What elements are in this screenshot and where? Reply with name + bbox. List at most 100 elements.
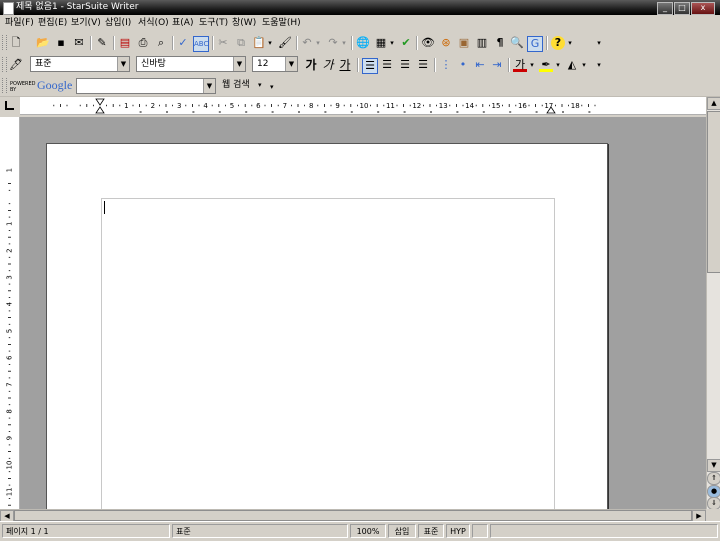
font-name-select[interactable]: 신바탕 ▼ bbox=[136, 56, 246, 72]
scroll-down-button[interactable]: ▼ bbox=[707, 459, 720, 472]
chevron-down-icon[interactable]: ▼ bbox=[285, 57, 297, 71]
align-center-icon[interactable]: ☰ bbox=[380, 58, 394, 72]
minimize-button[interactable]: _ bbox=[657, 2, 673, 15]
close-button[interactable]: x bbox=[691, 2, 715, 15]
format-paintbrush-icon[interactable]: 🖌 bbox=[278, 36, 292, 50]
toolbar-grip[interactable] bbox=[2, 57, 7, 72]
status-info-field bbox=[490, 524, 718, 538]
paste-icon[interactable]: 📋 bbox=[252, 36, 266, 50]
horizontal-scroll-thumb[interactable] bbox=[14, 510, 692, 521]
vertical-ruler[interactable]: 1 1 2 3 4 5 6 7 8 9 10 11 bbox=[0, 117, 20, 509]
menu-window[interactable]: 창(W) bbox=[232, 17, 256, 30]
selection-mode-indicator[interactable]: 표준 bbox=[418, 524, 444, 538]
increase-indent-icon[interactable]: ⇥ bbox=[490, 58, 504, 72]
justify-icon[interactable]: ☰ bbox=[416, 58, 430, 72]
menu-format[interactable]: 서식(O) bbox=[138, 17, 169, 30]
menu-edit[interactable]: 편집(E) bbox=[38, 17, 67, 30]
page-indicator[interactable]: 페이지 1 / 1 bbox=[2, 524, 170, 538]
vertical-scrollbar[interactable]: ▲ ▼ ⇑ ● ⇓ bbox=[706, 97, 720, 510]
open-icon[interactable]: 📂 bbox=[36, 36, 50, 50]
previous-page-button[interactable]: ⇑ bbox=[707, 472, 720, 485]
edit-file-icon[interactable]: ✎ bbox=[95, 36, 109, 50]
export-pdf-icon[interactable]: ▤ bbox=[118, 36, 132, 50]
menu-table[interactable]: 표(A) bbox=[172, 17, 193, 30]
hyphenation-indicator[interactable]: HYP bbox=[446, 524, 470, 538]
toolbar-options-icon[interactable]: ▾ bbox=[595, 36, 603, 50]
help-icon[interactable]: ? bbox=[551, 36, 565, 50]
print-icon[interactable]: ⎙ bbox=[136, 36, 150, 50]
menu-view[interactable]: 보기(V) bbox=[71, 17, 101, 30]
font-color-dropdown-icon[interactable]: ▾ bbox=[528, 58, 536, 72]
undo-icon[interactable]: ↶ bbox=[300, 36, 314, 50]
background-color-icon[interactable]: ◭ bbox=[565, 58, 579, 72]
web-search-dropdown-icon[interactable]: ▾ bbox=[258, 79, 262, 92]
save-icon[interactable]: ▪ bbox=[54, 36, 68, 50]
italic-button[interactable]: 가 bbox=[321, 58, 335, 72]
paste-dropdown-icon[interactable]: ▾ bbox=[266, 36, 274, 50]
toolbar-options-icon[interactable]: ▾ bbox=[270, 81, 274, 94]
hyperlink-icon[interactable]: 🌐 bbox=[356, 36, 370, 50]
copy-icon[interactable]: ⧉ bbox=[234, 36, 248, 50]
insert-mode-indicator[interactable]: 삽입 bbox=[388, 524, 416, 538]
scroll-up-button[interactable]: ▲ bbox=[707, 97, 720, 110]
underline-button[interactable]: 가 bbox=[338, 58, 352, 72]
redo-dropdown-icon[interactable]: ▾ bbox=[340, 36, 348, 50]
cut-icon[interactable]: ✂ bbox=[216, 36, 230, 50]
numbering-icon[interactable]: ⋮ bbox=[439, 58, 453, 72]
bold-button[interactable]: 가 bbox=[304, 58, 318, 72]
ruler-tab-selector[interactable] bbox=[0, 97, 20, 115]
table-icon[interactable]: ▦ bbox=[374, 36, 388, 50]
status-bar: 페이지 1 / 1 표준 100% 삽입 표준 HYP bbox=[0, 521, 720, 541]
menu-help[interactable]: 도움말(H) bbox=[262, 17, 301, 30]
redo-icon[interactable]: ↷ bbox=[326, 36, 340, 50]
email-icon[interactable]: ✉ bbox=[72, 36, 86, 50]
google-search-input[interactable]: ▼ bbox=[76, 78, 216, 94]
toolbar-options-icon[interactable]: ▾ bbox=[595, 58, 603, 72]
page-style-indicator[interactable]: 표준 bbox=[172, 524, 348, 538]
data-sources-icon[interactable]: ▥ bbox=[475, 36, 489, 50]
document-page[interactable] bbox=[46, 143, 608, 509]
menu-insert[interactable]: 삽입(I) bbox=[105, 17, 131, 30]
font-size-select[interactable]: 12 ▼ bbox=[252, 56, 298, 72]
print-preview-icon[interactable]: ⌕ bbox=[154, 36, 168, 50]
vertical-scroll-thumb[interactable] bbox=[707, 111, 720, 273]
styles-formatting-icon[interactable]: 🖊 bbox=[9, 58, 23, 72]
font-color-icon[interactable]: 가 bbox=[513, 58, 527, 72]
highlighting-dropdown-icon[interactable]: ▾ bbox=[554, 58, 562, 72]
table-dropdown-icon[interactable]: ▾ bbox=[388, 36, 396, 50]
align-left-icon[interactable]: ☰ bbox=[362, 58, 378, 74]
highlighting-icon[interactable]: ✒ bbox=[539, 58, 553, 72]
bullets-icon[interactable]: • bbox=[456, 58, 470, 72]
horizontal-ruler[interactable]: 1 2 3 4 5 6 7 8 9 10 11 12 13 14 15 16 17 18 bbox=[20, 97, 706, 115]
new-document-icon[interactable]: 🗋 bbox=[9, 36, 23, 50]
maximize-button[interactable]: □ bbox=[674, 2, 690, 15]
decrease-indent-icon[interactable]: ⇤ bbox=[473, 58, 487, 72]
chevron-down-icon[interactable]: ▼ bbox=[233, 57, 245, 71]
align-right-icon[interactable]: ☰ bbox=[398, 58, 412, 72]
ruler-label: 5 bbox=[6, 329, 14, 333]
web-search-button[interactable]: 웹 검색 bbox=[222, 79, 250, 92]
help-dropdown-icon[interactable]: ▾ bbox=[566, 36, 574, 50]
formatting-marks-icon[interactable]: ¶ bbox=[493, 36, 507, 50]
text-boundaries[interactable] bbox=[101, 198, 555, 509]
undo-dropdown-icon[interactable]: ▾ bbox=[314, 36, 322, 50]
paragraph-style-select[interactable]: 표준 ▼ bbox=[30, 56, 130, 72]
menu-tools[interactable]: 도구(T) bbox=[199, 17, 228, 30]
indent-marker bbox=[95, 98, 105, 114]
google-icon[interactable]: G bbox=[527, 36, 543, 52]
navigator-icon[interactable]: ⊛ bbox=[439, 36, 453, 50]
background-color-dropdown-icon[interactable]: ▾ bbox=[580, 58, 588, 72]
toolbar-grip[interactable] bbox=[2, 35, 7, 50]
gallery-icon[interactable]: ▣ bbox=[457, 36, 471, 50]
spellcheck-icon[interactable]: ✓ bbox=[176, 36, 190, 50]
find-replace-icon[interactable]: 👁 bbox=[421, 36, 435, 50]
zoom-indicator[interactable]: 100% bbox=[350, 524, 386, 538]
chevron-down-icon[interactable]: ▼ bbox=[203, 79, 215, 93]
chevron-down-icon[interactable]: ▼ bbox=[117, 57, 129, 71]
zoom-icon[interactable]: 🔍 bbox=[510, 36, 524, 50]
menu-file[interactable]: 파일(F) bbox=[5, 17, 34, 30]
ruler-label: 15 bbox=[492, 102, 501, 110]
auto-spellcheck-icon[interactable]: ABC bbox=[193, 36, 209, 52]
toolbar-grip[interactable] bbox=[2, 78, 7, 93]
show-draw-functions-icon[interactable]: ✔ bbox=[399, 36, 413, 50]
